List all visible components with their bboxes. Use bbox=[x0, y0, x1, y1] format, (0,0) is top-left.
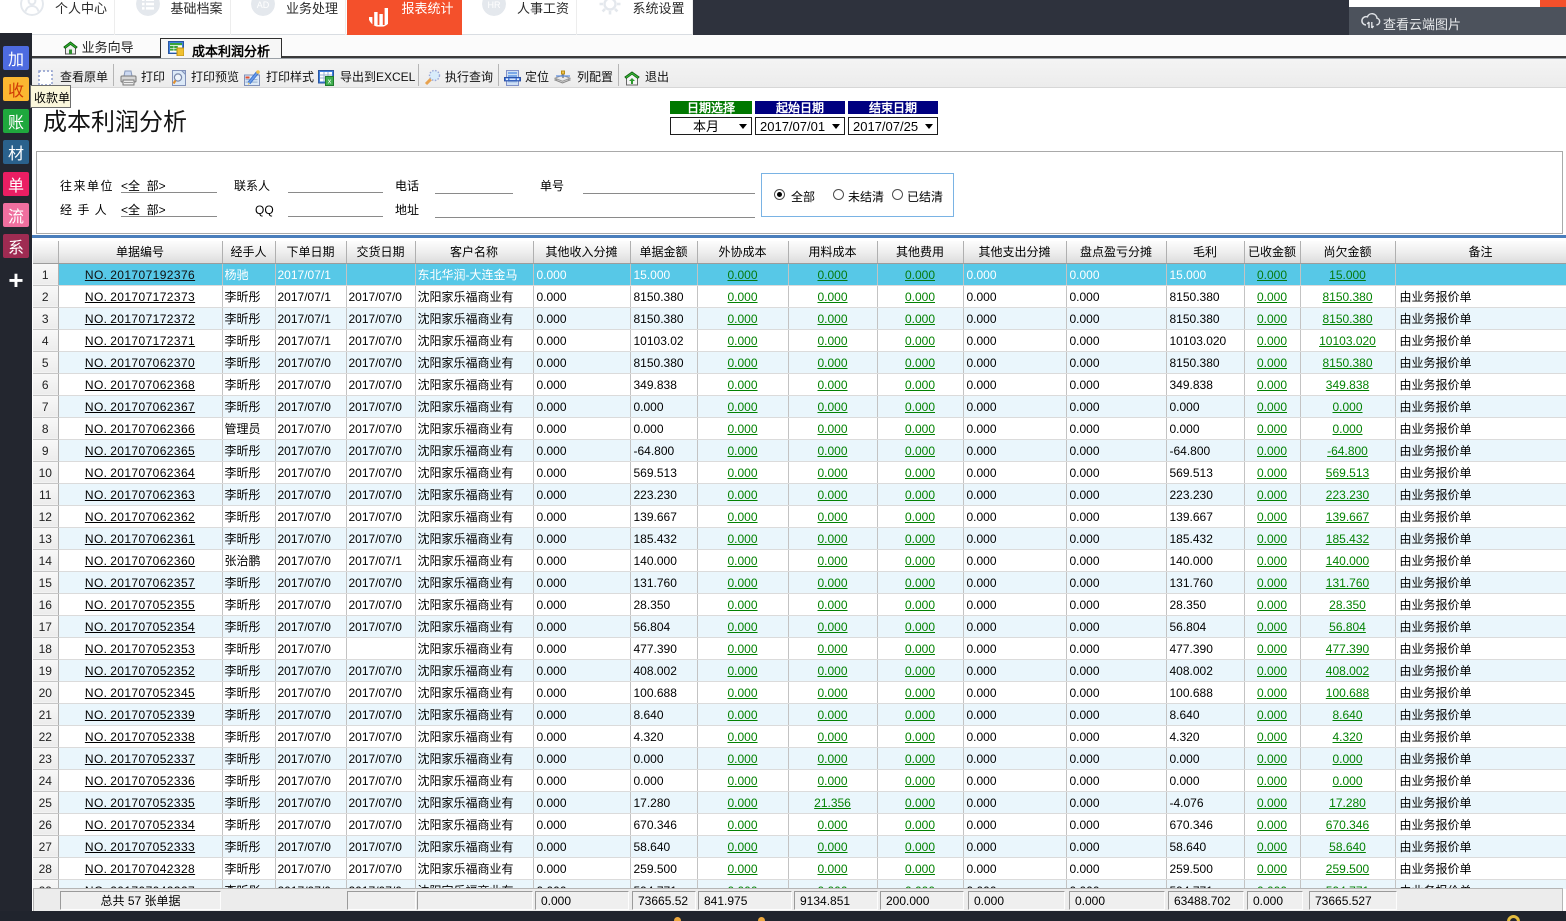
svg-text:HR: HR bbox=[488, 0, 501, 10]
svg-text:AD: AD bbox=[257, 0, 270, 10]
svg-text:x: x bbox=[328, 77, 332, 86]
